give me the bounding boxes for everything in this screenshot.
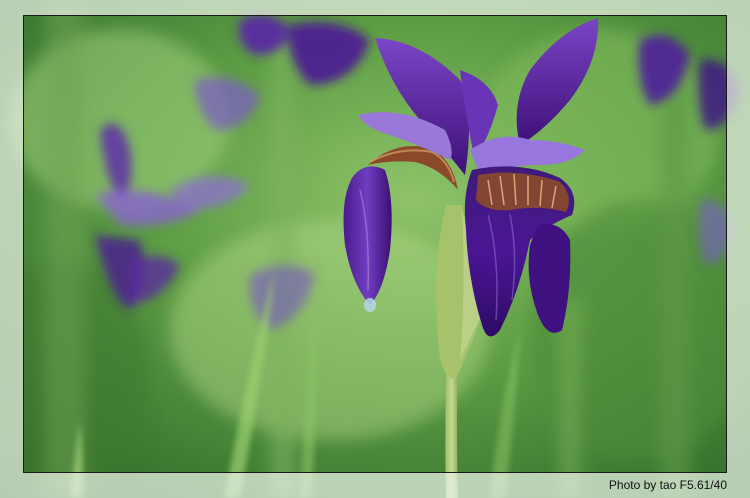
- frame-mat-right: [727, 15, 750, 473]
- photo-credit: Photo by tao F5.61/40: [608, 478, 727, 492]
- photo-canvas: Photo by tao F5.61/40: [0, 0, 750, 498]
- frame-mat-top: [0, 0, 750, 15]
- photo-border: [23, 15, 727, 473]
- frame-mat-left: [0, 15, 23, 473]
